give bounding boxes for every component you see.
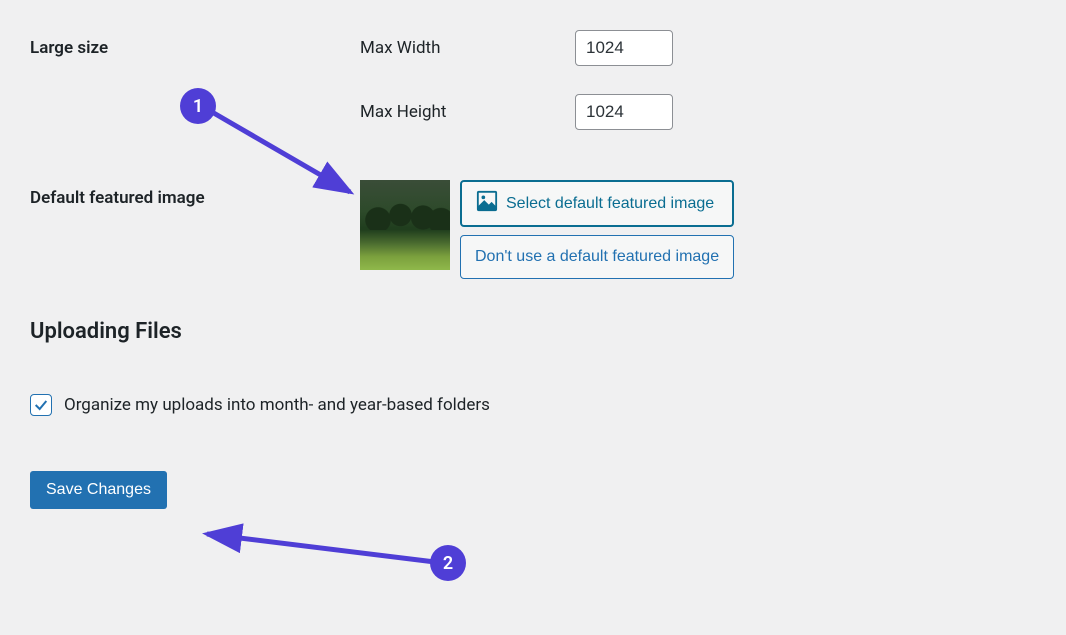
annotation-badge-1: 1 bbox=[180, 88, 216, 124]
annotation-arrow-1 bbox=[200, 100, 370, 210]
uploading-files-heading: Uploading Files bbox=[30, 319, 1036, 344]
remove-default-featured-image-button[interactable]: Don't use a default featured image bbox=[460, 235, 734, 279]
save-changes-button[interactable]: Save Changes bbox=[30, 471, 167, 509]
max-height-label: Max Height bbox=[360, 102, 575, 122]
featured-image-thumbnail bbox=[360, 180, 450, 270]
organize-uploads-checkbox[interactable] bbox=[30, 394, 52, 416]
max-width-label: Max Width bbox=[360, 38, 575, 58]
max-width-input[interactable] bbox=[575, 30, 673, 66]
remove-button-label: Don't use a default featured image bbox=[475, 248, 719, 266]
annotation-badge-2: 2 bbox=[430, 545, 466, 581]
select-default-featured-image-button[interactable]: Select default featured image bbox=[460, 180, 734, 227]
media-icon bbox=[476, 190, 498, 217]
max-height-input[interactable] bbox=[575, 94, 673, 130]
check-icon bbox=[33, 397, 49, 413]
organize-uploads-label: Organize my uploads into month- and year… bbox=[64, 395, 490, 415]
annotation-arrow-2 bbox=[195, 518, 445, 578]
large-size-label: Large size bbox=[30, 30, 360, 58]
select-button-label: Select default featured image bbox=[506, 195, 714, 213]
